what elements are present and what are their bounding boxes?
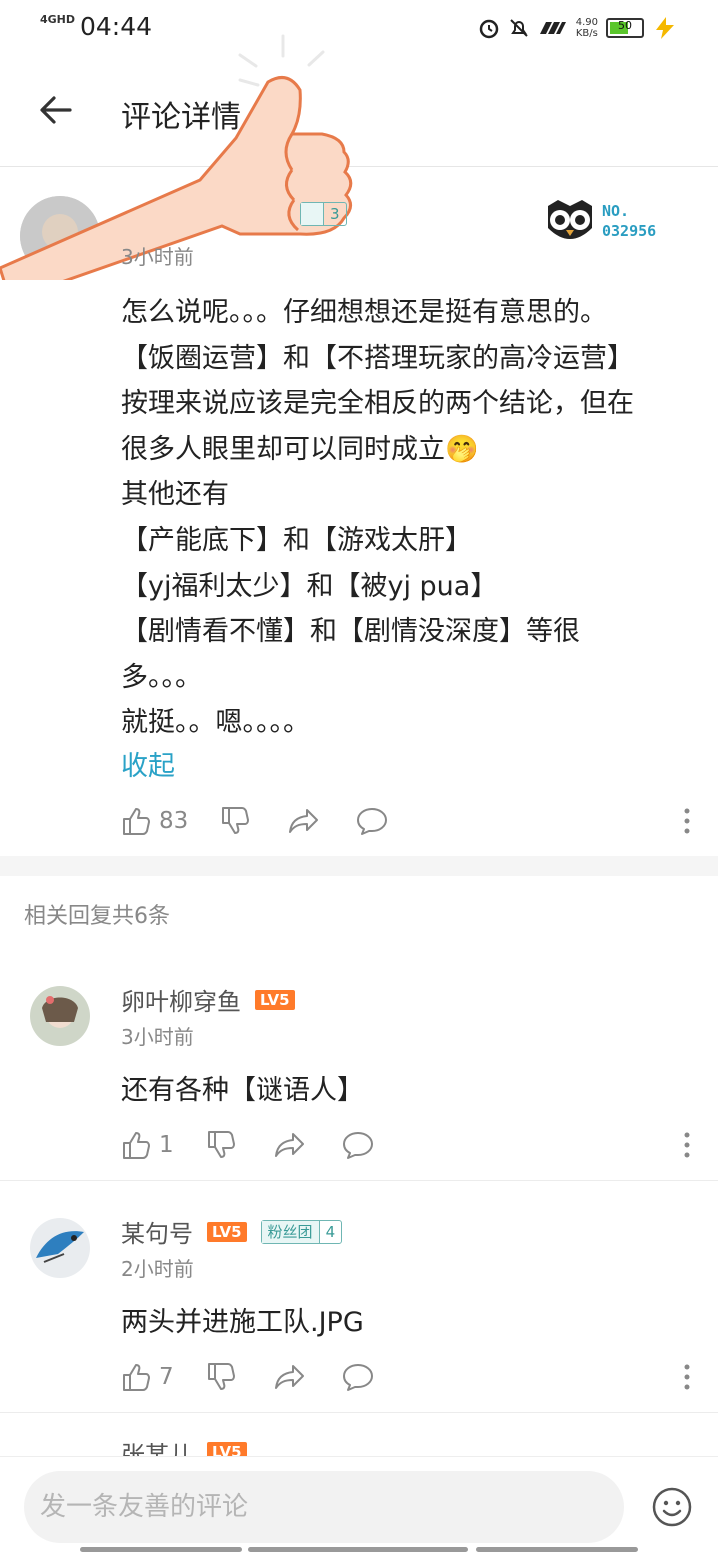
avatar[interactable]: [30, 986, 90, 1046]
share-icon[interactable]: [288, 806, 320, 836]
reply-icon[interactable]: [342, 1130, 374, 1160]
reply-actions: 1: [121, 1128, 691, 1162]
reply-user-row: 卵叶柳穿鱼 LV5: [121, 982, 295, 1017]
like-count: 1: [159, 1132, 174, 1158]
fan-badge: 粉丝团 4: [260, 1219, 343, 1244]
reply-body: 还有各种【谜语人】: [121, 1075, 364, 1106]
collapse-link[interactable]: 收起: [121, 744, 175, 783]
mute-bell-icon: [510, 19, 528, 37]
thumbs-up-icon: [123, 1364, 150, 1391]
more-options-icon[interactable]: [683, 1363, 691, 1391]
app-logo-icon: [539, 22, 566, 34]
user-number-badge: NO. 032956: [544, 198, 656, 244]
thumbs-down-icon[interactable]: [206, 1130, 236, 1160]
level-badge: LV5: [207, 1221, 247, 1242]
emoji-icon[interactable]: [652, 1487, 692, 1527]
divider: [0, 1180, 718, 1181]
thumbs-down-icon[interactable]: [206, 1362, 236, 1392]
owl-icon: [548, 200, 592, 239]
like-button[interactable]: 7: [121, 1362, 174, 1392]
more-options-icon[interactable]: [683, 807, 691, 835]
replies-header: 相关回复共6条: [24, 904, 170, 929]
reply-icon[interactable]: [356, 806, 388, 836]
charging-icon: [656, 17, 674, 39]
like-count: 7: [159, 1364, 174, 1390]
share-icon[interactable]: [274, 1130, 306, 1160]
share-icon[interactable]: [274, 1362, 306, 1392]
reply-actions: 7: [121, 1360, 691, 1394]
reply-user-row: 张某儿 LV5: [121, 1440, 247, 1456]
like-button[interactable]: 1: [121, 1130, 174, 1160]
reply-icon[interactable]: [342, 1362, 374, 1392]
thumbs-up-icon: [123, 808, 150, 835]
comment-time: 3小时前: [121, 245, 194, 269]
status-icons: 4.90 KB/s 50: [478, 12, 678, 44]
username[interactable]: 张某儿: [121, 1440, 193, 1457]
network-indicator: 4GHD: [40, 13, 76, 26]
network-speed: 4.90 KB/s: [575, 17, 598, 39]
like-count: 83: [159, 808, 189, 834]
thumbs-up-icon: [123, 1132, 150, 1159]
comment-composer: 发一条友善的评论: [0, 1456, 718, 1557]
username[interactable]: 卵叶柳穿鱼: [121, 982, 241, 1017]
level-badge: LV5: [255, 989, 295, 1010]
fan-badge: 3: [300, 202, 347, 226]
like-button[interactable]: 83: [121, 806, 188, 836]
level-badge: LV5: [207, 1442, 247, 1456]
reply-time: 2小时前: [121, 1257, 194, 1281]
section-divider: [0, 856, 718, 876]
reply-user-row: 某句号 LV5 粉丝团 4: [121, 1214, 343, 1249]
avatar[interactable]: [30, 1218, 90, 1278]
reply-body: 两头并进施工队.JPG: [121, 1307, 364, 1338]
more-options-icon[interactable]: [683, 1131, 691, 1159]
main-comment-actions: 83: [121, 804, 691, 838]
alarm-icon: [479, 19, 498, 39]
home-indicator: [476, 1547, 638, 1552]
username[interactable]: 某句号: [121, 1214, 193, 1249]
comment-input[interactable]: 发一条友善的评论: [24, 1471, 624, 1543]
home-indicator: [80, 1547, 242, 1552]
divider: [0, 1412, 718, 1413]
battery-icon: 50: [606, 18, 644, 38]
comment-body: 怎么说呢。。。仔细想想还是挺有意思的。 【饭圈运营】和【不搭理玩家的高冷运营】 …: [121, 297, 634, 739]
home-indicator: [248, 1547, 468, 1552]
thumbs-down-icon[interactable]: [220, 806, 250, 836]
reply-time: 3小时前: [121, 1025, 194, 1049]
